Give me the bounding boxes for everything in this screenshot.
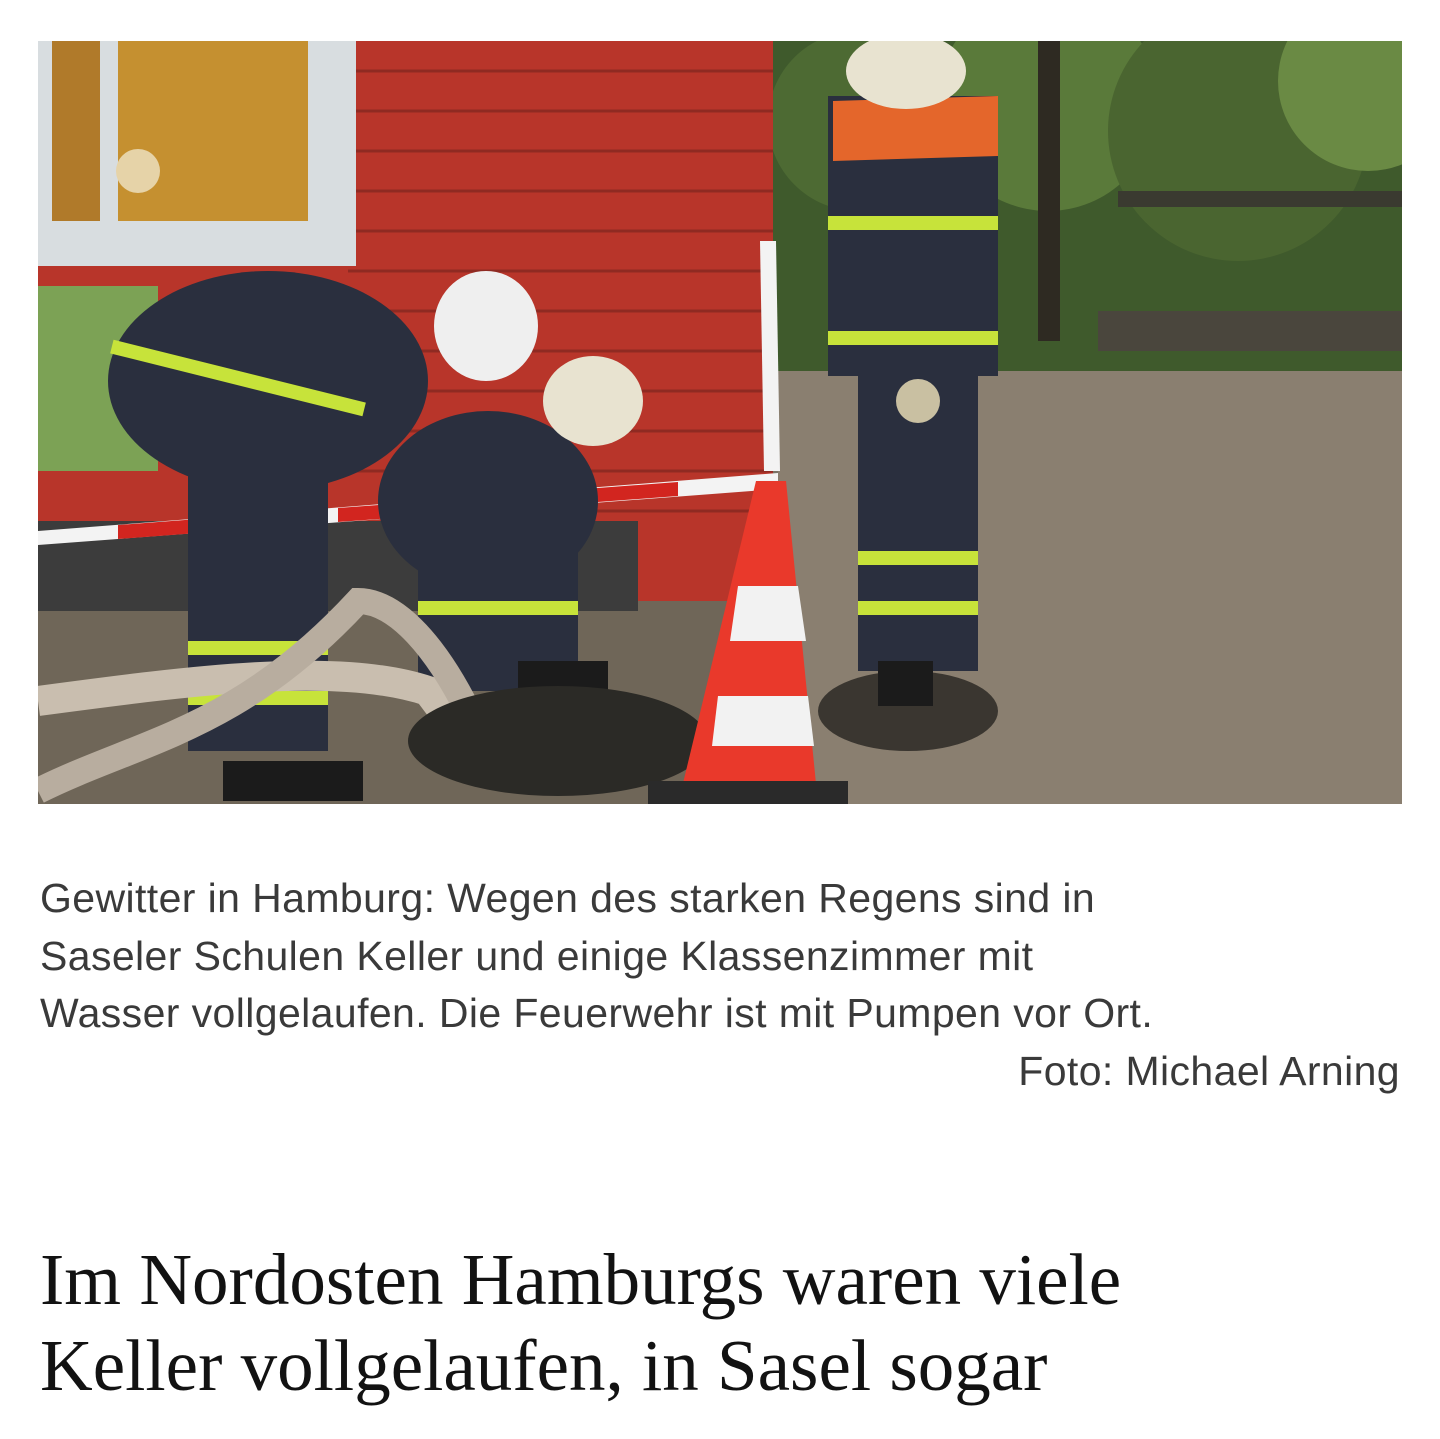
caption-line: Gewitter in Hamburg: Wegen des starken R… (40, 875, 1096, 921)
article-photo (38, 41, 1402, 804)
article-headline: Im Nordosten Hamburgs waren viele Keller… (40, 1237, 1420, 1409)
photo-credit: Foto: Michael Arning (1018, 1047, 1400, 1094)
caption-line: Wasser vollgelaufen. Die Feuerwehr ist m… (40, 990, 1154, 1036)
firefighters-photo-illustration (38, 41, 1402, 804)
headline-line: Im Nordosten Hamburgs waren viele (40, 1239, 1122, 1320)
photo-caption: Gewitter in Hamburg: Wegen des starken R… (40, 870, 1400, 1100)
headline-line: Keller vollgelaufen, in Sasel sogar (40, 1325, 1048, 1406)
caption-line: Saseler Schulen Keller und einige Klasse… (40, 932, 1034, 979)
